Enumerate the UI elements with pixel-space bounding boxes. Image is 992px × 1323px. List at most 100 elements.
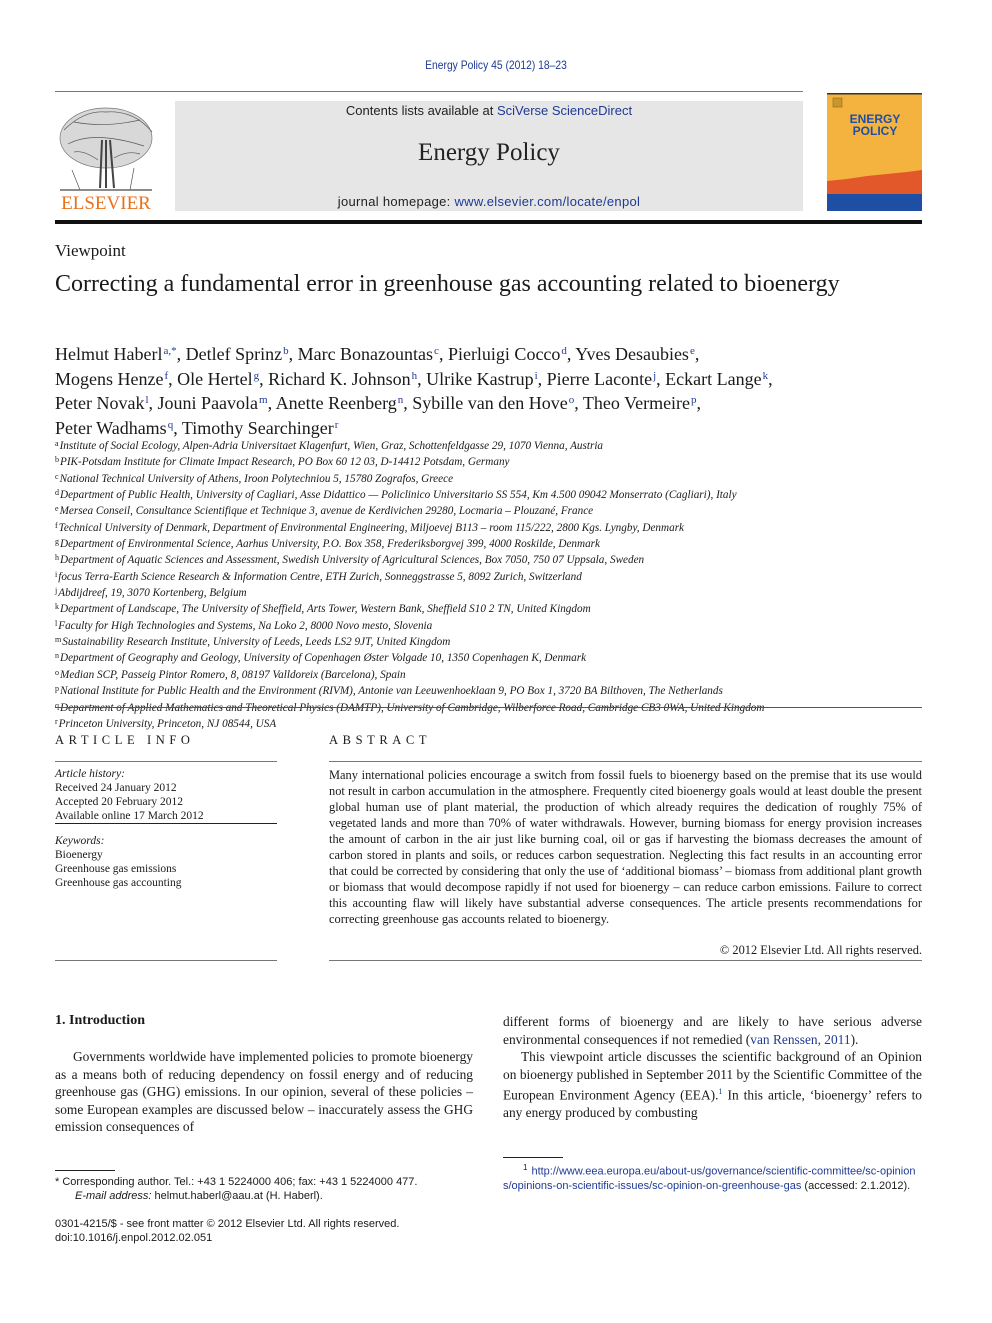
author-separator: , xyxy=(694,344,700,364)
affiliation-key: j xyxy=(55,586,58,596)
footnote-1-accessed: (accessed: 2.1.2012). xyxy=(801,1179,911,1192)
affiliation-key: g xyxy=(55,537,59,547)
author-list: Helmut Haberla,*, Detlef Sprinzb, Marc B… xyxy=(55,341,925,439)
author-name[interactable]: Helmut Haberl xyxy=(55,344,162,364)
affiliation-item: lFaculty for High Technologies and Syste… xyxy=(55,617,935,633)
author-name[interactable]: Detlef Sprinz xyxy=(186,344,282,364)
abstract-rule-bottom xyxy=(329,960,922,961)
affiliation-key: c xyxy=(55,471,59,481)
paragraph-text: ). xyxy=(850,1031,859,1047)
affiliation-item: jAbdijdreef, 19, 3070 Kortenberg, Belgiu… xyxy=(55,584,935,600)
keyword[interactable]: Greenhouse gas emissions xyxy=(55,862,285,876)
author-name[interactable]: Mogens Henze xyxy=(55,369,163,389)
author-name[interactable]: Sybille van den Hove xyxy=(412,393,567,413)
affiliation-list: aInstitute of Social Ecology, Alpen-Adri… xyxy=(55,437,935,731)
journal-cover[interactable]: ENERGY POLICY xyxy=(827,93,922,211)
affiliation-marker[interactable]: a,* xyxy=(163,345,176,357)
affiliation-item: eMersea Conseil, Consultance Scientifiqu… xyxy=(55,502,935,518)
author-name[interactable]: Pierre Laconte xyxy=(547,369,652,389)
author-name[interactable]: Jouni Paavola xyxy=(158,393,259,413)
affiliation-text: Faculty for High Technologies and System… xyxy=(58,619,433,632)
affiliation-item: oMedian SCP, Passeig Pintor Romero, 8, 0… xyxy=(55,666,935,682)
author-name[interactable]: Marc Bonazountas xyxy=(298,344,433,364)
article-title: Correcting a fundamental error in greenh… xyxy=(55,271,840,297)
elsevier-logo[interactable]: ELSEVIER xyxy=(54,100,158,214)
affiliation-item: rPrinceton University, Princeton, NJ 085… xyxy=(55,715,935,731)
author-separator: , xyxy=(574,393,583,413)
affiliation-key: e xyxy=(55,504,59,514)
sciencedirect-link[interactable]: SciVerse ScienceDirect xyxy=(497,103,632,118)
doi-line[interactable]: doi:10.1016/j.enpol.2012.02.051 xyxy=(55,1231,399,1245)
affiliation-key: r xyxy=(55,716,58,726)
affiliation-key: d xyxy=(55,488,59,498)
affiliation-item: nDepartment of Geography and Geology, Un… xyxy=(55,649,935,665)
affiliation-key: k xyxy=(55,602,59,612)
elsevier-tree-icon: ELSEVIER xyxy=(59,107,153,214)
abstract-rule-top xyxy=(329,761,922,762)
body-column-right: different forms of bioenergy and are lik… xyxy=(503,1013,922,1121)
author-separator: , xyxy=(288,344,298,364)
affiliation-item: ifocus Terra-Earth Science Research & In… xyxy=(55,568,935,584)
keyword[interactable]: Greenhouse gas accounting xyxy=(55,876,285,890)
author-name[interactable]: Yves Desaubies xyxy=(575,344,689,364)
received-date: Received 24 January 2012 xyxy=(55,782,177,794)
keyword[interactable]: Bioenergy xyxy=(55,848,285,862)
author-name[interactable]: Richard K. Johnson xyxy=(268,369,411,389)
affiliation-item: hDepartment of Aquatic Sciences and Asse… xyxy=(55,551,935,567)
journal-citation[interactable]: Energy Policy 45 (2012) 18–23 xyxy=(69,58,922,72)
affiliation-text: National Institute for Public Health and… xyxy=(60,685,723,698)
reference-link-van-renssen[interactable]: van Renssen, 2011 xyxy=(750,1032,850,1047)
affiliation-key: h xyxy=(55,553,59,563)
author-name[interactable]: Ulrike Kastrup xyxy=(426,369,533,389)
journal-banner: Contents lists available at SciVerse Sci… xyxy=(175,101,803,211)
affiliation-text: Median SCP, Passeig Pintor Romero, 8, 08… xyxy=(60,668,406,681)
footnote-1: 1 http://www.eea.europa.eu/about-us/gover… xyxy=(503,1161,922,1193)
author-separator: , xyxy=(417,368,427,389)
corresponding-author-contact: * Corresponding author. Tel.: +43 1 5224… xyxy=(55,1176,418,1188)
affiliation-text: Princeton University, Princeton, NJ 0854… xyxy=(58,717,277,730)
header-thick-rule xyxy=(55,220,922,224)
affiliation-item: bPIK-Potsdam Institute for Climate Impac… xyxy=(55,453,935,469)
abstract-copyright: © 2012 Elsevier Ltd. All rights reserved… xyxy=(719,943,922,957)
affiliation-key: i xyxy=(55,569,58,579)
affiliation-item: pNational Institute for Public Health an… xyxy=(55,682,935,698)
email-label: E-mail address: xyxy=(75,1190,152,1202)
svg-text:ELSEVIER: ELSEVIER xyxy=(61,193,151,212)
section-rule xyxy=(55,707,922,708)
affiliation-marker[interactable]: r xyxy=(335,419,339,431)
affiliation-key: m xyxy=(55,635,62,645)
header-rule xyxy=(55,91,803,92)
affiliation-key: p xyxy=(55,684,59,694)
author-name[interactable]: Theo Vermeire xyxy=(583,393,690,413)
author-separator: , xyxy=(566,344,576,364)
affiliation-item: dDepartment of Public Health, University… xyxy=(55,486,935,502)
author-name[interactable]: Peter Novak xyxy=(55,393,144,413)
email-value[interactable]: helmut.haberl@aau.at (H. Haberl). xyxy=(151,1190,322,1202)
author-name[interactable]: Anette Reenberg xyxy=(276,393,397,413)
author-separator: , xyxy=(696,393,702,413)
affiliation-item: gDepartment of Environmental Science, Aa… xyxy=(55,535,935,551)
article-info-heading: ARTICLE INFO xyxy=(55,733,195,747)
affiliation-text: Department of Public Health, University … xyxy=(60,489,737,502)
affiliation-text: Abdijdreef, 19, 3070 Kortenberg, Belgium xyxy=(58,587,247,600)
author-name[interactable]: Peter Wadhams xyxy=(55,418,167,438)
author-name[interactable]: Pierluigi Cocco xyxy=(448,344,560,364)
author-name[interactable]: Ole Hertel xyxy=(177,369,252,389)
author-name[interactable]: Eckart Lange xyxy=(665,369,761,389)
svg-text:POLICY: POLICY xyxy=(853,124,898,138)
body-paragraph: different forms of bioenergy and are lik… xyxy=(503,1013,922,1048)
footnote-1-mark: 1 xyxy=(523,1163,528,1172)
author-separator: , xyxy=(168,368,178,389)
affiliation-key: n xyxy=(55,651,59,661)
affiliation-text: Sustainability Research Institute, Unive… xyxy=(62,636,451,649)
author-name[interactable]: Timothy Searchinger xyxy=(182,418,334,438)
journal-homepage-link[interactable]: www.elsevier.com/locate/enpol xyxy=(454,194,640,209)
affiliation-key: b xyxy=(55,455,59,465)
keywords-label: Keywords: xyxy=(55,835,105,847)
affiliation-text: Department of Aquatic Sciences and Asses… xyxy=(60,554,645,567)
affiliation-key: q xyxy=(55,700,59,710)
article-info-rule-top xyxy=(55,761,277,762)
affiliation-text: focus Terra-Earth Science Research & Inf… xyxy=(58,570,582,583)
affiliation-marker[interactable]: m xyxy=(259,394,268,406)
journal-title: Energy Policy xyxy=(418,139,560,166)
